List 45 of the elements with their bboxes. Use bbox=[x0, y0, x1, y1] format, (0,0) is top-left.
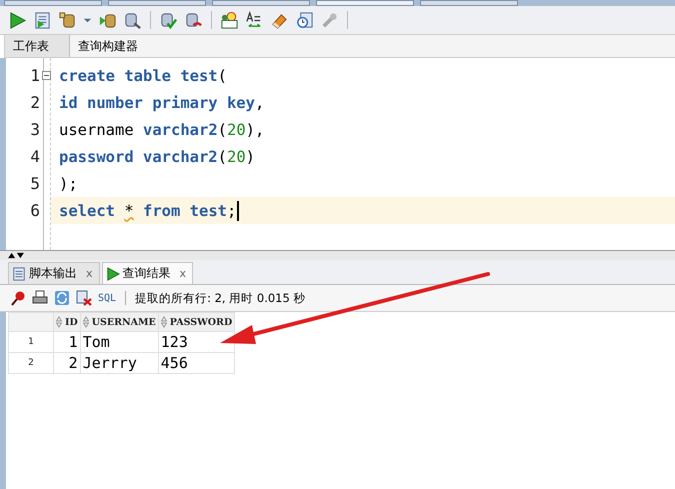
line-number: 5 bbox=[30, 174, 41, 193]
line-number: 4 bbox=[30, 147, 41, 166]
row-number: 1 bbox=[8, 332, 54, 352]
line-number: 2 bbox=[30, 93, 41, 112]
code-line: id number primary key, bbox=[59, 94, 264, 112]
sql-link[interactable]: SQL bbox=[98, 292, 116, 304]
editor-tab[interactable]: 查询构建器 bbox=[70, 35, 146, 57]
splitter-arrows-icon[interactable] bbox=[6, 252, 26, 259]
script-icon bbox=[12, 266, 26, 280]
code-line: ); bbox=[59, 174, 78, 192]
text-cursor bbox=[237, 200, 240, 220]
output-tab[interactable]: 查询结果 x bbox=[102, 262, 194, 284]
clock-document-icon[interactable] bbox=[295, 10, 314, 30]
run-script-icon[interactable] bbox=[33, 10, 52, 30]
database-undo-icon[interactable] bbox=[184, 10, 203, 30]
code-line: create table test( bbox=[59, 66, 227, 84]
line-number: 1 bbox=[30, 66, 41, 85]
database-icon[interactable] bbox=[58, 10, 77, 30]
tab-label: 脚本输出 bbox=[29, 265, 77, 282]
output-tab[interactable]: 脚本输出 x bbox=[8, 262, 100, 284]
document-tab[interactable] bbox=[316, 0, 414, 6]
code-line: password varchar2(20) bbox=[59, 148, 255, 166]
table-cell: 456 bbox=[158, 352, 235, 374]
status-text: 提取的所有行: 2, 用时 0.015 秒 bbox=[135, 290, 306, 306]
table-cell: 2 bbox=[54, 352, 80, 374]
row-number: 2 bbox=[8, 352, 54, 374]
close-icon[interactable]: x bbox=[180, 267, 186, 280]
close-icon[interactable]: x bbox=[86, 267, 93, 280]
line-number: 3 bbox=[30, 120, 41, 139]
printer-icon[interactable] bbox=[32, 290, 48, 306]
collapse-icon[interactable] bbox=[42, 71, 51, 80]
table-cell: Jerrry bbox=[80, 352, 158, 374]
table-cell: 1 bbox=[54, 332, 80, 352]
run-icon[interactable] bbox=[8, 10, 27, 30]
code-line: select * from test; bbox=[59, 202, 236, 220]
editor-tab[interactable]: 工作表 bbox=[5, 35, 70, 57]
tab-label: 查询结果 bbox=[122, 265, 171, 282]
delete-document-icon[interactable] bbox=[76, 290, 92, 306]
refresh-icon[interactable] bbox=[54, 290, 70, 306]
code-line: username varchar2(20), bbox=[59, 120, 264, 138]
line-number: 6 bbox=[30, 201, 41, 220]
table-cell: Tom bbox=[80, 332, 158, 352]
run-icon bbox=[106, 266, 120, 280]
pin-icon[interactable] bbox=[10, 290, 26, 306]
database-check-icon[interactable] bbox=[159, 10, 178, 30]
